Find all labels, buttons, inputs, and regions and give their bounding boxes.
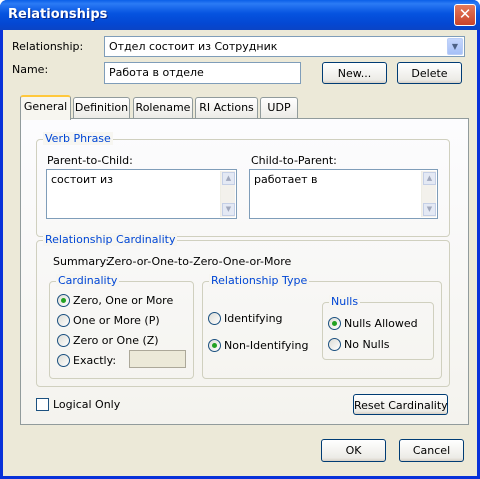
cardinality-title: Cardinality bbox=[56, 274, 120, 287]
scroll-down-icon[interactable]: ▼ bbox=[423, 203, 436, 216]
scrollbar[interactable]: ▲ ▼ bbox=[220, 171, 235, 217]
nulls-allowed-label: Nulls Allowed bbox=[344, 317, 418, 330]
relationship-label: Relationship: bbox=[12, 40, 84, 53]
scroll-up-icon[interactable]: ▲ bbox=[222, 172, 235, 185]
non-identifying-label: Non-Identifying bbox=[224, 339, 309, 352]
logical-only-label: Logical Only bbox=[53, 398, 121, 411]
new-button[interactable]: New... bbox=[322, 62, 387, 84]
name-field[interactable]: Работа в отделе bbox=[104, 62, 301, 84]
tab-general[interactable]: General bbox=[20, 95, 71, 120]
radio-nulls-allowed[interactable] bbox=[328, 317, 341, 330]
ok-button[interactable]: OK bbox=[321, 439, 386, 462]
exactly-field[interactable] bbox=[129, 350, 186, 368]
radio-no-nulls[interactable] bbox=[328, 338, 341, 351]
scroll-down-icon[interactable]: ▼ bbox=[222, 203, 235, 216]
radio-zero-one-or-more[interactable] bbox=[57, 294, 70, 307]
radio-non-identifying[interactable] bbox=[208, 339, 221, 352]
relationship-cardinality-group: Relationship Cardinality Summary: Zero-o… bbox=[36, 233, 450, 387]
relationship-type-group: Relationship Type Identifying Non-Identi… bbox=[202, 274, 442, 379]
relationship-cardinality-title: Relationship Cardinality bbox=[43, 233, 178, 246]
tab-definition[interactable]: Definition bbox=[73, 97, 130, 118]
relationship-value: Отдел состоит из Сотрудник bbox=[109, 40, 278, 53]
one-or-more-label: One or More (P) bbox=[73, 314, 160, 327]
delete-button[interactable]: Delete bbox=[397, 62, 462, 84]
scrollbar[interactable]: ▲ ▼ bbox=[421, 171, 436, 217]
radio-identifying[interactable] bbox=[208, 312, 221, 325]
radio-one-or-more[interactable] bbox=[57, 314, 70, 327]
child-to-parent-field[interactable]: работает в ▲ ▼ bbox=[249, 169, 438, 219]
cardinality-group: Cardinality Zero, One or More One or Mor… bbox=[49, 274, 194, 379]
scroll-up-icon[interactable]: ▲ bbox=[423, 172, 436, 185]
no-nulls-label: No Nulls bbox=[344, 338, 390, 351]
verb-phrase-title: Verb Phrase bbox=[43, 132, 113, 145]
tab-ri-actions[interactable]: RI Actions bbox=[195, 97, 258, 118]
window-title: Relationships bbox=[8, 7, 108, 22]
zero-or-one-label: Zero or One (Z) bbox=[73, 334, 159, 347]
zero-one-or-more-label: Zero, One or More bbox=[73, 294, 174, 307]
child-to-parent-value: работает в bbox=[254, 173, 318, 186]
general-tab-panel: Verb Phrase Parent-to-Child: состоит из … bbox=[20, 118, 469, 425]
title-bar[interactable]: Relationships ✕ bbox=[0, 0, 480, 30]
nulls-title: Nulls bbox=[329, 295, 361, 308]
radio-exactly[interactable] bbox=[57, 354, 70, 367]
name-label: Name: bbox=[12, 63, 49, 76]
relationship-type-title: Relationship Type bbox=[209, 274, 310, 287]
summary-value: Zero-or-One-to-Zero-One-or-More bbox=[107, 255, 292, 268]
nulls-group: Nulls Nulls Allowed No Nulls bbox=[322, 295, 434, 360]
parent-to-child-field[interactable]: состоит из ▲ ▼ bbox=[46, 169, 237, 219]
tab-udp[interactable]: UDP bbox=[260, 97, 298, 118]
identifying-label: Identifying bbox=[224, 312, 283, 325]
parent-to-child-value: состоит из bbox=[51, 173, 114, 186]
exactly-label: Exactly: bbox=[73, 354, 117, 367]
chevron-down-icon[interactable]: ▼ bbox=[447, 38, 463, 55]
relationships-dialog: Relationships ✕ Relationship: Отдел сост… bbox=[0, 0, 480, 479]
child-to-parent-label: Child-to-Parent: bbox=[251, 154, 337, 167]
summary-label: Summary: bbox=[53, 255, 110, 268]
reset-cardinality-button[interactable]: Reset Cardinality bbox=[353, 394, 448, 415]
cancel-button[interactable]: Cancel bbox=[399, 439, 464, 462]
radio-zero-or-one[interactable] bbox=[57, 334, 70, 347]
logical-only-checkbox[interactable] bbox=[36, 398, 49, 411]
tab-rolename[interactable]: Rolename bbox=[133, 97, 193, 118]
name-value: Работа в отделе bbox=[109, 66, 204, 79]
verb-phrase-group: Verb Phrase Parent-to-Child: состоит из … bbox=[36, 132, 450, 237]
relationship-combobox[interactable]: Отдел состоит из Сотрудник ▼ bbox=[104, 36, 465, 57]
close-icon[interactable]: ✕ bbox=[454, 4, 476, 26]
parent-to-child-label: Parent-to-Child: bbox=[47, 154, 133, 167]
